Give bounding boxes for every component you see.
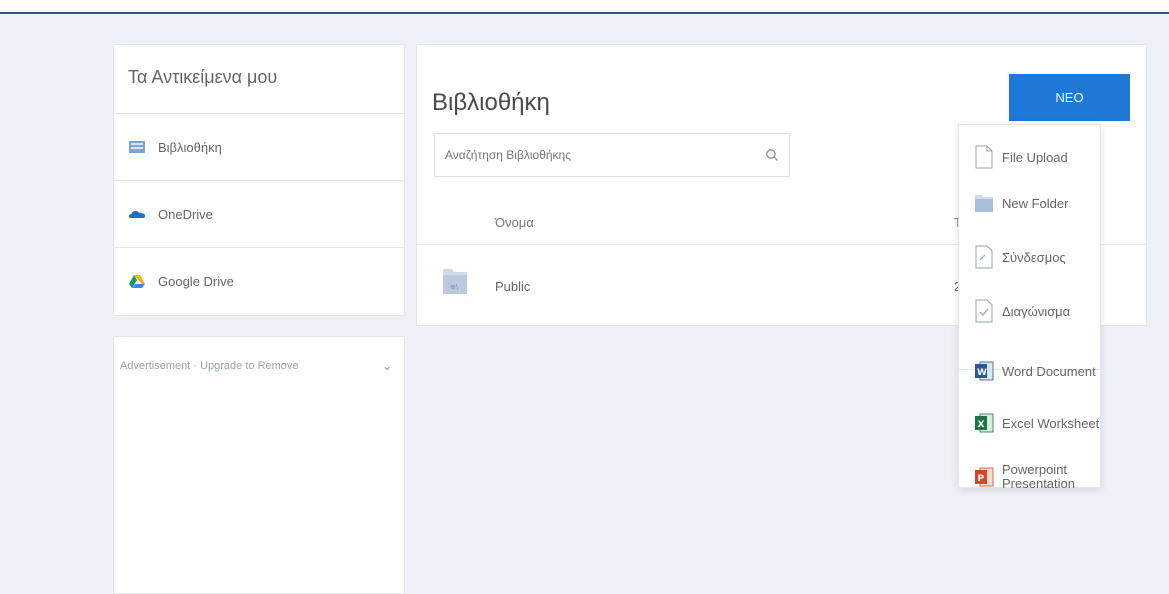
- google-drive-icon: [129, 274, 145, 288]
- link-icon: [975, 245, 993, 269]
- new-item-menu: File Upload New Folder Σύνδεσμος Διαγώνι…: [958, 124, 1102, 491]
- search-box[interactable]: [434, 133, 790, 177]
- quiz-icon: [975, 299, 993, 323]
- sidebar-item-label: Google Drive: [158, 274, 234, 289]
- word-icon: W: [975, 361, 994, 381]
- sidebar-item-label: Βιβλιοθήκη: [158, 139, 222, 155]
- new-button[interactable]: ΝΕΟ: [1009, 74, 1130, 121]
- column-header-name[interactable]: Όνομα: [495, 215, 534, 230]
- folder-icon: ≡\: [443, 269, 467, 294]
- svg-text:X: X: [978, 420, 985, 430]
- svg-text:P: P: [978, 474, 985, 484]
- menu-item-label: Σύνδεσμος: [1002, 249, 1066, 265]
- menu-item-label: Excel Worksheet: [1002, 415, 1100, 431]
- sidebar-title: Τα Αντικείμενα μου: [114, 45, 404, 114]
- menu-item-file-upload[interactable]: File Upload: [959, 137, 1102, 177]
- sidebar-item-library[interactable]: Βιβλιοθήκη: [114, 114, 404, 181]
- svg-text:≡\: ≡\: [450, 283, 459, 291]
- sidebar-item-google-drive[interactable]: Google Drive: [114, 248, 404, 315]
- powerpoint-icon: P: [975, 467, 994, 487]
- menu-item-label: Word Document: [1002, 363, 1096, 379]
- sidebar: Τα Αντικείμενα μου Βιβλιοθήκη OneDrive G…: [113, 44, 405, 316]
- file-name[interactable]: Public: [495, 279, 530, 294]
- menu-item-quiz[interactable]: Διαγώνισμα: [959, 291, 1102, 331]
- advertisement-panel: Advertisement · Upgrade to Remove ⌄: [113, 336, 405, 594]
- search-icon[interactable]: [765, 148, 779, 162]
- svg-text:W: W: [977, 368, 987, 378]
- search-input[interactable]: [445, 148, 765, 162]
- ad-label[interactable]: Advertisement · Upgrade to Remove: [120, 360, 299, 372]
- menu-item-new-folder[interactable]: New Folder: [959, 183, 1102, 223]
- menu-item-word-document[interactable]: W Word Document: [959, 351, 1102, 391]
- menu-item-excel-worksheet[interactable]: X Excel Worksheet: [959, 403, 1102, 443]
- ad-header: Advertisement · Upgrade to Remove ⌄: [114, 337, 404, 373]
- chevron-down-icon[interactable]: ⌄: [382, 359, 392, 373]
- library-icon: [129, 141, 145, 153]
- excel-icon: X: [975, 413, 994, 433]
- folder-icon: [975, 195, 993, 212]
- menu-item-label: New Folder: [1002, 195, 1069, 211]
- menu-item-label: File Upload: [1002, 149, 1068, 165]
- menu-item-label: Διαγώνισμα: [1002, 303, 1071, 319]
- top-bar: [0, 0, 1169, 14]
- menu-item-link[interactable]: Σύνδεσμος: [959, 237, 1102, 277]
- onedrive-icon: [129, 211, 145, 218]
- sidebar-item-onedrive[interactable]: OneDrive: [114, 181, 404, 248]
- sidebar-item-label: OneDrive: [158, 206, 213, 222]
- menu-item-label: Powerpoint Presentation: [1002, 462, 1075, 491]
- file-icon: [975, 145, 993, 169]
- page-title: Βιβλιοθήκη: [432, 89, 550, 116]
- menu-item-powerpoint-presentation[interactable]: P Powerpoint Presentation: [959, 455, 1102, 499]
